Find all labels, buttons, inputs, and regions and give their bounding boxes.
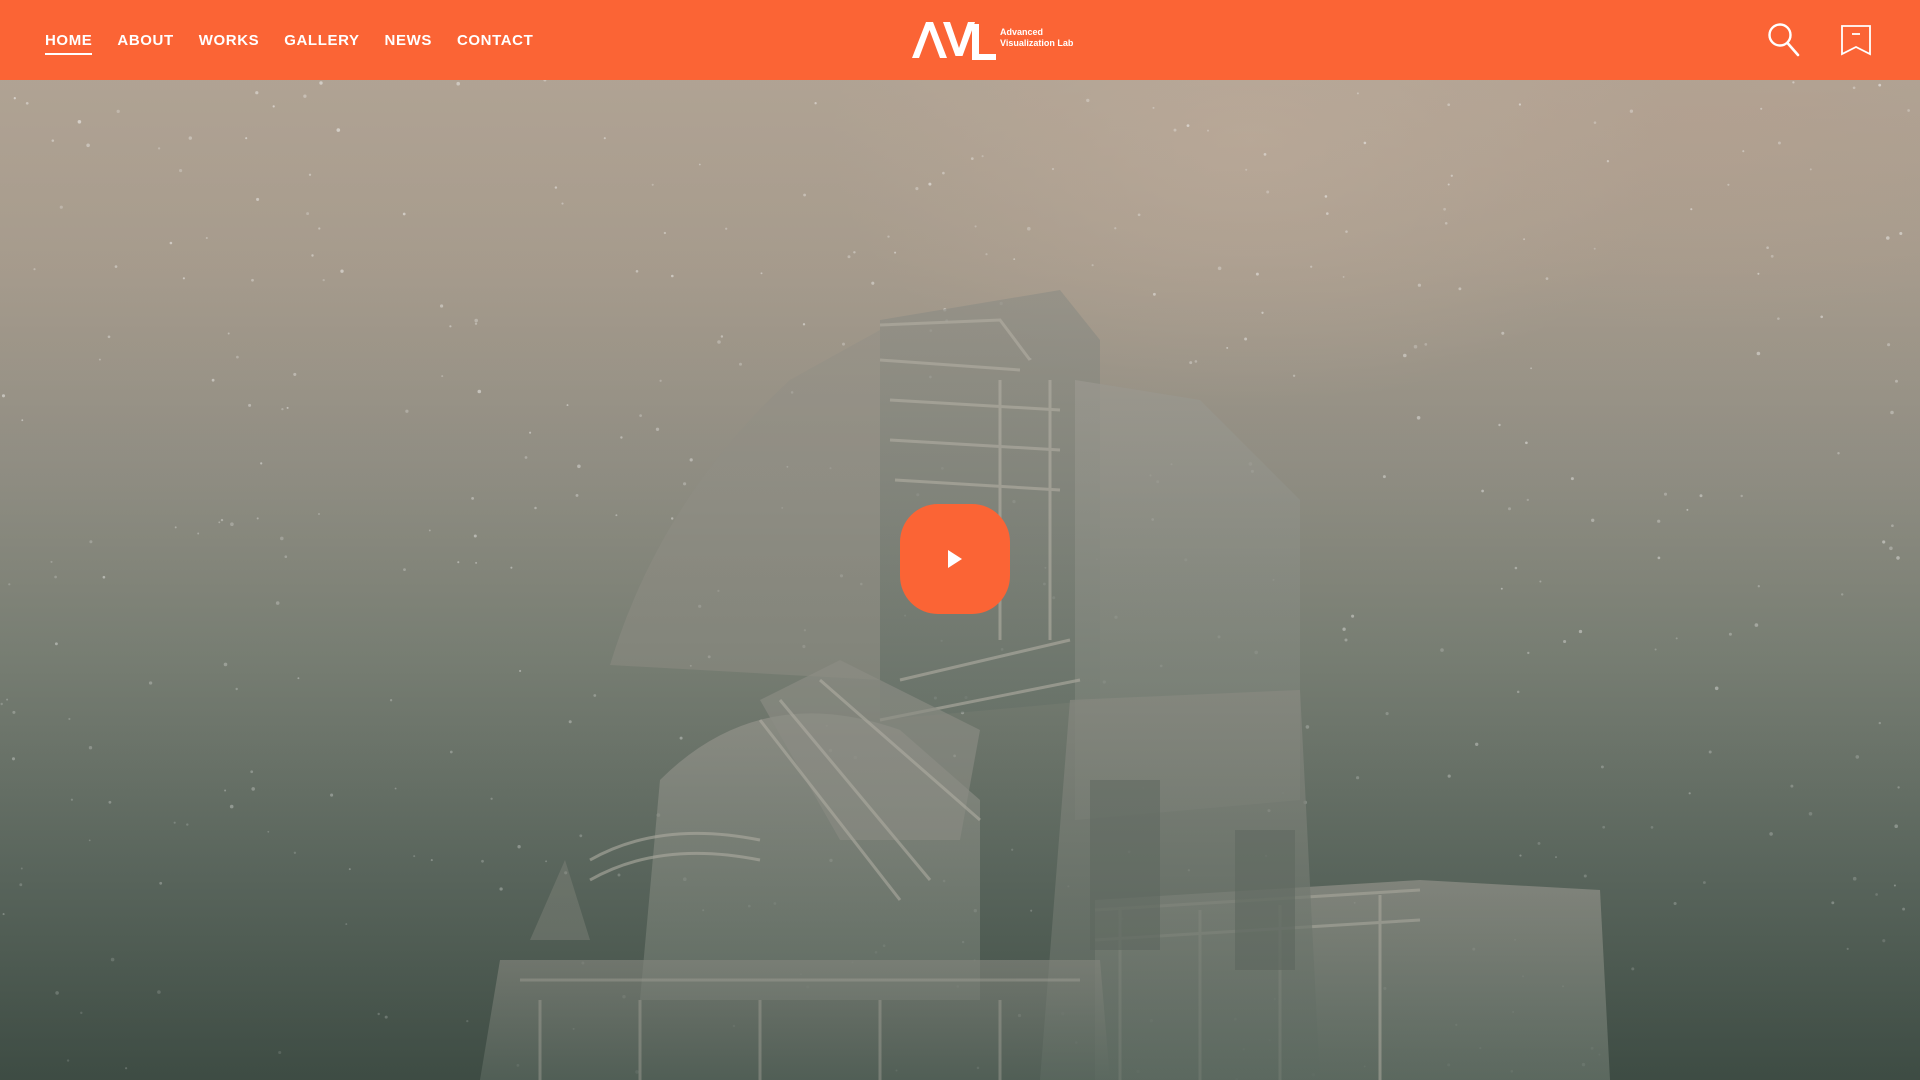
avl-logo-mark [912,22,996,60]
logo-line-2: Visualization Lab [1000,38,1074,48]
nav-item-news[interactable]: NEWS [385,28,432,53]
nav-item-gallery[interactable]: GALLERY [284,28,359,53]
nav-item-about[interactable]: ABOUT [117,28,173,53]
logo-text: Advanced Visualization Lab [1000,27,1073,49]
nav-item-works[interactable]: WORKS [199,28,260,53]
search-icon [1768,23,1800,57]
logo-line-1: Advanced [1000,27,1044,37]
play-video-button[interactable] [900,504,1010,614]
hero-video-section [0,80,1920,1080]
nav-item-home[interactable]: HOME [45,28,93,55]
play-icon [948,550,962,568]
bookmark-icon [1841,25,1871,56]
nav-item-contact[interactable]: CONTACT [457,28,533,53]
top-navigation-bar: HOME ABOUT WORKS GALLERY NEWS CONTACT Ad… [0,0,1920,80]
main-nav: HOME ABOUT WORKS GALLERY NEWS CONTACT [45,0,558,80]
bookmark-button[interactable] [1836,20,1876,60]
avl-logo[interactable]: Advanced Visualization Lab [910,18,1073,62]
search-button[interactable] [1764,20,1804,60]
page: HOME ABOUT WORKS GALLERY NEWS CONTACT Ad… [0,0,1920,1080]
